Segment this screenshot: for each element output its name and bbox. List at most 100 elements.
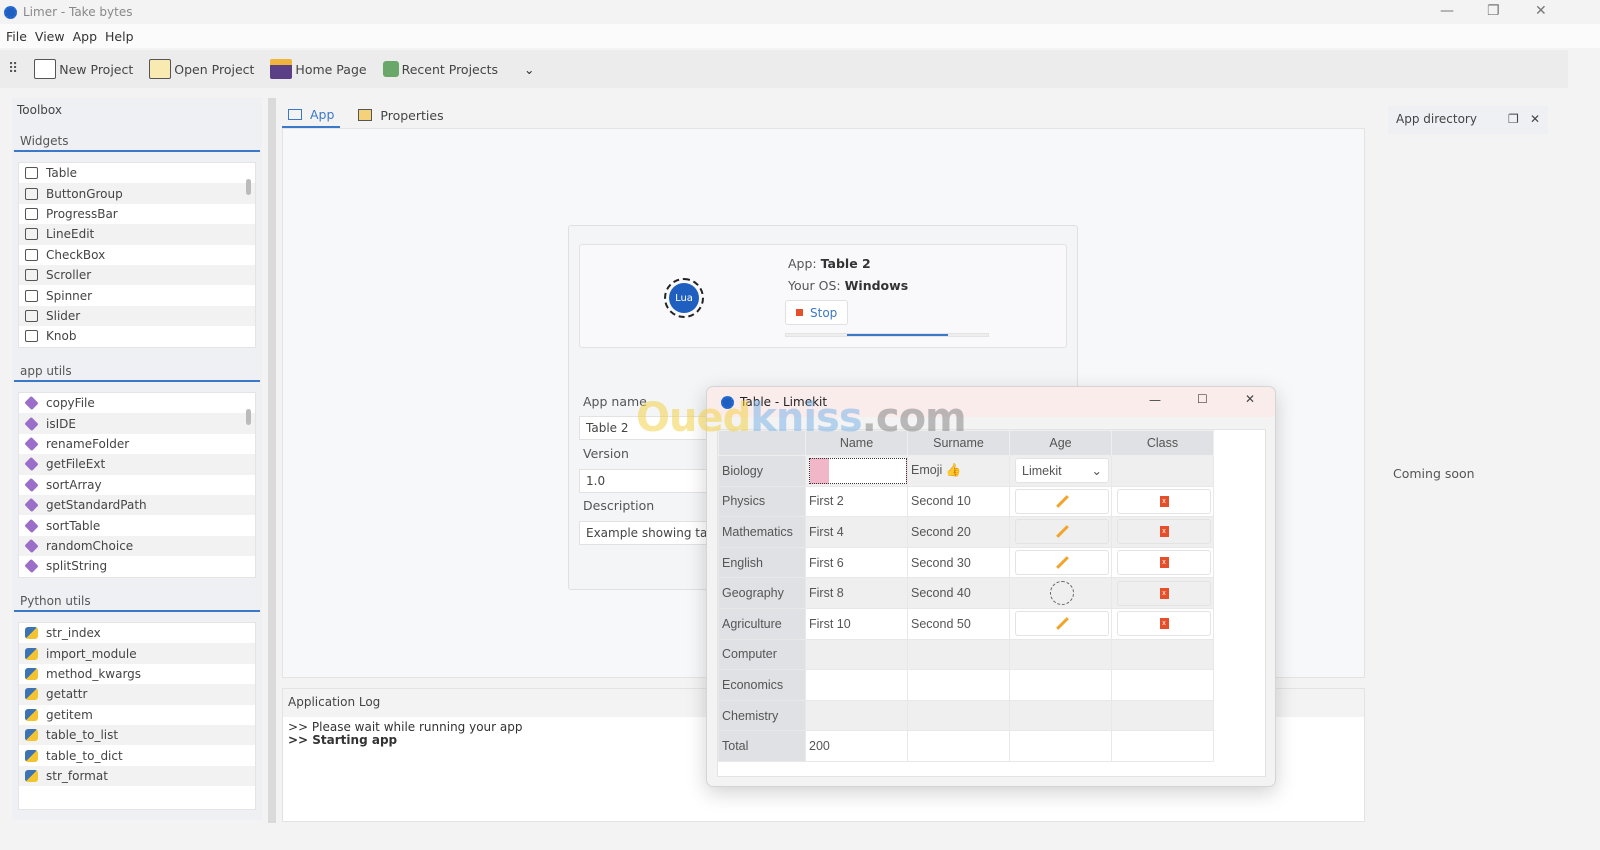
chevron-down-icon[interactable]: ⌄ [524,62,534,77]
python-utils-header[interactable]: Python utils [14,590,260,612]
minimize-button[interactable]: — [1440,3,1454,19]
surname-cell[interactable]: Second 20 [907,516,1010,548]
toolbox-item[interactable]: LineEdit [19,224,255,245]
name-cell[interactable] [805,669,908,701]
dialog-minimize-button[interactable]: — [1149,393,1161,407]
toolbox-item[interactable]: Scroller [19,264,255,286]
toolbox-item[interactable]: Knob [19,326,255,346]
row-header[interactable]: Mathematics [718,516,806,548]
toolbox-item[interactable]: str_format [19,765,255,787]
stop-button[interactable]: Stop [785,300,849,325]
surname-cell[interactable] [907,638,1010,671]
toolbox-item[interactable]: getStandardPath [19,494,255,516]
restore-button[interactable]: ❐ [1487,3,1500,19]
open-project-button[interactable]: Open Project [149,59,254,79]
toolbox-item[interactable]: table_to_dict [19,745,255,765]
surname-cell[interactable]: Second 30 [907,546,1010,579]
edit-button[interactable] [1015,519,1109,545]
row-header[interactable]: Agriculture [718,607,806,640]
toolbox-item[interactable]: randomChoice [19,535,255,557]
toolbox-item[interactable]: CheckBox [19,245,255,265]
home-page-button[interactable]: Home Page [270,59,367,79]
name-cell[interactable] [805,638,908,671]
description-field[interactable]: Example showing tab [579,521,719,545]
toolbox-item[interactable]: Slider [19,305,255,327]
close-panel-icon[interactable]: ✕ [1530,106,1540,132]
delete-button[interactable]: x [1117,550,1211,576]
name-cell[interactable]: First 2 [805,485,908,518]
name-cell[interactable]: First 10 [805,607,908,640]
widgets-header[interactable]: Widgets [14,130,260,152]
name-cell[interactable] [805,699,908,732]
toolbox-item[interactable]: sortArray [19,475,255,495]
name-cell[interactable]: First 4 [805,516,908,548]
column-header[interactable]: Age [1009,430,1112,456]
scrollbar-thumb[interactable] [246,179,251,195]
menu-app[interactable]: App [73,29,97,44]
menu-help[interactable]: Help [105,29,134,44]
row-header[interactable]: Total [718,730,806,762]
delete-button[interactable]: x [1117,519,1211,545]
toolbox-item[interactable]: copyFile [19,393,255,413]
float-icon[interactable]: ❐ [1508,106,1519,132]
close-button[interactable]: ✕ [1535,3,1547,19]
surname-cell[interactable]: Second 10 [907,485,1010,518]
surname-cell[interactable]: Second 50 [907,607,1010,640]
recent-projects-button[interactable]: Recent Projects [382,61,498,77]
toolbox-item[interactable]: ProgressBar [19,204,255,224]
panel-splitter[interactable] [268,98,276,823]
scrollbar[interactable] [245,165,253,345]
toolbox-item[interactable]: getFileExt [19,454,255,475]
dialog-close-button[interactable]: ✕ [1245,392,1255,406]
toolbox-item[interactable]: sortTable [19,515,255,535]
row-header[interactable]: Computer [718,638,806,671]
scrollbar[interactable] [245,395,253,575]
toolbox-item[interactable]: isIDE [19,413,255,434]
tab-app[interactable]: App [282,102,341,128]
delete-button[interactable]: x [1117,488,1211,514]
app-utils-header[interactable]: app utils [14,360,260,382]
surname-cell[interactable]: Emoji 👍 [907,455,1010,487]
drag-handle-icon[interactable]: ⠿ [8,61,18,77]
edit-button[interactable] [1015,611,1109,637]
edit-button[interactable] [1015,550,1109,576]
name-cell[interactable] [805,455,908,487]
new-project-button[interactable]: New Project [34,59,133,79]
scrollbar-thumb[interactable] [246,409,251,425]
name-cell[interactable]: First 8 [805,577,908,609]
surname-cell[interactable]: Second 40 [907,577,1010,609]
version-field[interactable]: 1.0 [579,469,719,493]
toolbox-item[interactable]: ButtonGroup [19,183,255,204]
name-cell[interactable]: 200 [805,730,908,762]
row-header[interactable]: Physics [718,485,806,518]
name-cell[interactable]: First 6 [805,546,908,579]
row-header[interactable]: Geography [718,577,806,609]
toolbox-item[interactable]: method_kwargs [19,664,255,684]
toolbox-item[interactable]: getattr [19,684,255,705]
row-header[interactable]: English [718,546,806,579]
row-header[interactable]: Chemistry [718,699,806,732]
toolbox-item[interactable]: import_module [19,643,255,664]
surname-cell[interactable] [907,669,1010,701]
knob[interactable] [1015,580,1109,606]
toolbox-item[interactable]: str_index [19,623,255,643]
menu-view[interactable]: View [35,29,65,44]
edit-button[interactable] [1015,488,1109,514]
toolbox-item[interactable]: table_to_list [19,724,255,746]
toolbox-item[interactable]: getitem [19,705,255,725]
limekit-combobox[interactable]: Limekit ⌄ [1015,458,1109,484]
toolbox-item[interactable]: Spinner [19,285,255,305]
toolbox-item[interactable]: Table [19,163,255,183]
row-header[interactable]: Biology [718,455,806,487]
menu-file[interactable]: File [6,29,27,44]
surname-cell[interactable] [907,730,1010,762]
surname-cell[interactable] [907,699,1010,732]
delete-button[interactable]: x [1117,611,1211,637]
tab-properties[interactable]: Properties [352,102,449,128]
column-header[interactable]: Class [1111,430,1214,456]
toolbox-item[interactable]: splitString [19,556,255,576]
dialog-maximize-button[interactable]: ☐ [1197,392,1208,406]
delete-button[interactable]: x [1117,580,1211,606]
toolbox-item[interactable]: renameFolder [19,434,255,454]
row-header[interactable]: Economics [718,669,806,701]
